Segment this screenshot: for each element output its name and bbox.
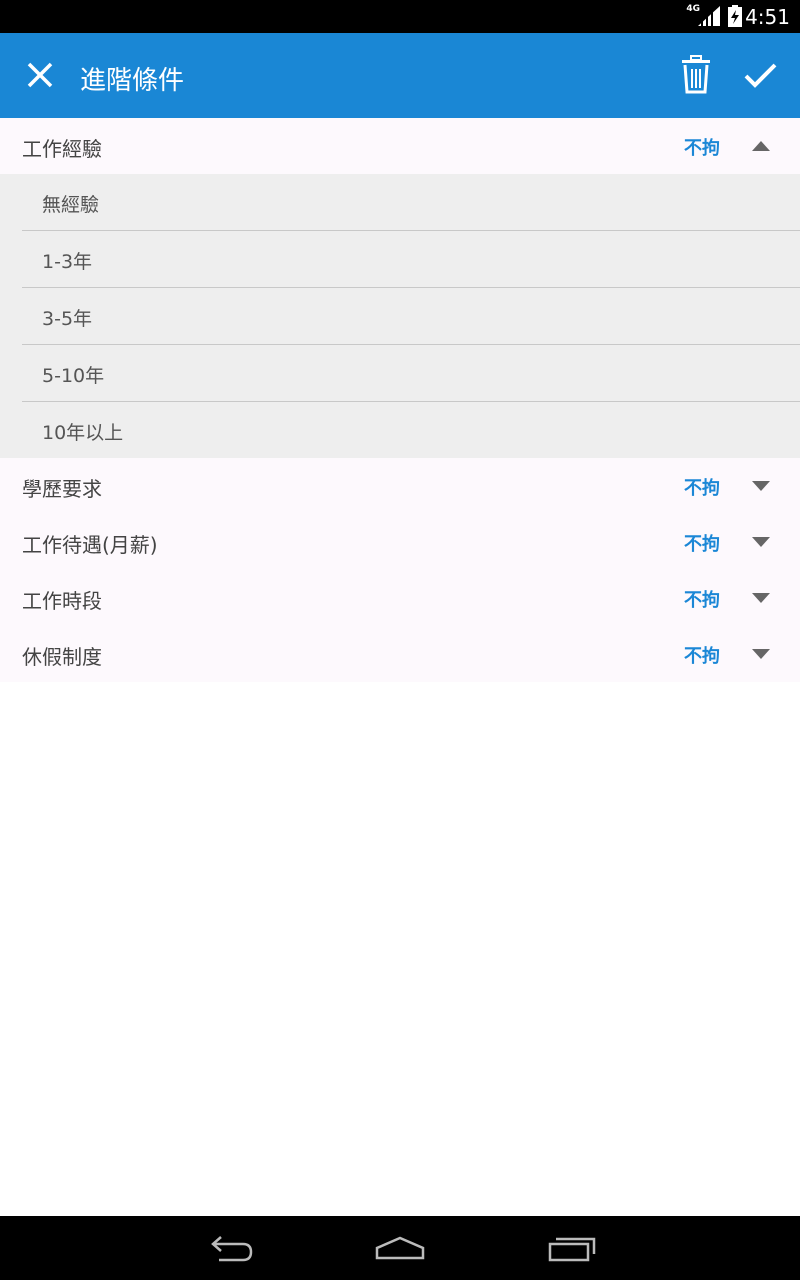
close-icon[interactable] — [22, 57, 58, 93]
option-label: 3-5年 — [42, 308, 93, 330]
section-header-education[interactable]: 學歷要求 不拘 — [0, 458, 800, 514]
section-label: 工作時段 — [22, 589, 102, 613]
option-item[interactable]: 5-10年 — [22, 344, 800, 401]
option-item[interactable]: 10年以上 — [22, 401, 800, 458]
battery-icon — [728, 5, 742, 27]
status-bar: 4G 4:51 — [0, 0, 800, 33]
chevron-down-icon — [752, 649, 770, 659]
section-value: 不拘 — [684, 138, 720, 159]
section-label: 工作待遇(月薪) — [22, 533, 158, 557]
section-header-leave-policy[interactable]: 休假制度 不拘 — [0, 626, 800, 682]
section-label: 休假制度 — [22, 645, 102, 669]
section-value: 不拘 — [684, 590, 720, 611]
section-value: 不拘 — [684, 534, 720, 555]
option-label: 10年以上 — [42, 422, 124, 444]
chevron-down-icon — [752, 593, 770, 603]
section-experience: 工作經驗 不拘 無經驗 1-3年 3-5年 5-10年 10年以上 — [0, 118, 800, 458]
section-value: 不拘 — [684, 478, 720, 499]
navigation-bar — [0, 1216, 800, 1280]
option-item[interactable]: 3-5年 — [22, 287, 800, 344]
clock: 4:51 — [745, 5, 790, 29]
home-icon[interactable] — [374, 1234, 426, 1264]
recent-apps-icon[interactable] — [547, 1234, 597, 1264]
chevron-down-icon — [752, 481, 770, 491]
option-label: 無經驗 — [42, 194, 100, 216]
section-label: 學歷要求 — [22, 477, 102, 501]
app-bar: 進階條件 — [0, 33, 800, 118]
section-header-work-hours[interactable]: 工作時段 不拘 — [0, 570, 800, 626]
chevron-down-icon — [752, 537, 770, 547]
option-label: 5-10年 — [42, 365, 105, 387]
section-header-experience[interactable]: 工作經驗 不拘 — [0, 118, 800, 174]
section-header-salary[interactable]: 工作待遇(月薪) 不拘 — [0, 514, 800, 570]
section-label: 工作經驗 — [22, 137, 102, 161]
check-icon[interactable] — [740, 55, 780, 95]
back-icon[interactable] — [205, 1234, 255, 1264]
section-value: 不拘 — [684, 646, 720, 667]
option-item[interactable]: 1-3年 — [22, 230, 800, 287]
option-item[interactable]: 無經驗 — [22, 174, 800, 230]
option-label: 1-3年 — [42, 251, 93, 273]
options-experience: 無經驗 1-3年 3-5年 5-10年 10年以上 — [0, 174, 800, 458]
trash-icon[interactable] — [678, 55, 714, 95]
chevron-up-icon — [752, 141, 770, 151]
filter-list: 工作經驗 不拘 無經驗 1-3年 3-5年 5-10年 10年以上 學歷要求 不… — [0, 118, 800, 682]
page-title: 進階條件 — [80, 66, 185, 96]
signal-icon — [698, 6, 720, 26]
